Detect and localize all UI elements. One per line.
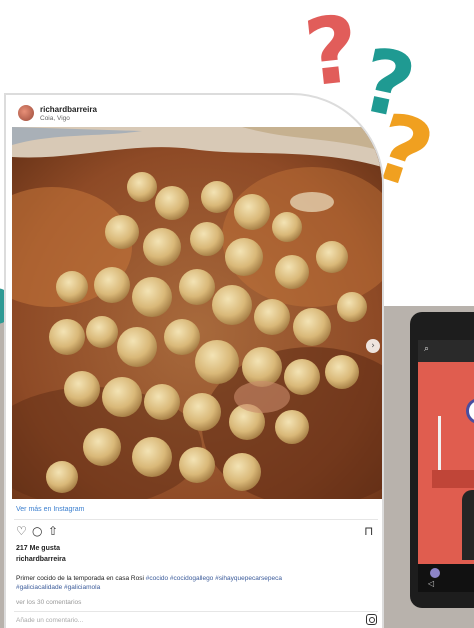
caption-hashtags[interactable]: #cocido #cocidogallego #sihayquepecarsep… [146, 575, 282, 582]
screenshot-canvas: ? ? ? ⌕ ◁ richardbarreira Coia, Vigo › V… [0, 0, 474, 628]
search-icon: ⌕ [424, 344, 430, 354]
caption-hashtags-line2[interactable]: #galiciacalidade #galiciamola [16, 584, 100, 591]
person-illustration [462, 490, 474, 560]
heart-icon[interactable]: ♡ [16, 525, 27, 537]
post-caption: Primer cocido de la temporada en casa Ro… [16, 574, 366, 593]
instagram-post-card: richardbarreira Coia, Vigo › Ver más en … [4, 93, 384, 628]
divider [14, 519, 378, 520]
post-location[interactable]: Coia, Vigo [40, 115, 70, 122]
caption-username[interactable]: richardbarreira [16, 556, 66, 563]
share-icon[interactable]: ⇧ [48, 525, 58, 537]
record-icon [430, 568, 440, 578]
caption-text: Primer cocido de la temporada en casa Ro… [16, 575, 144, 582]
comment-icon[interactable]: ○ [32, 525, 42, 537]
post-photo[interactable]: › [12, 127, 382, 499]
instagram-icon[interactable] [366, 614, 377, 625]
chickpea-stew-image [12, 127, 382, 499]
phone-screen: ⌕ ◁ [418, 340, 474, 592]
question-mark-red: ? [299, 0, 364, 108]
smartphone-illustration: ⌕ ◁ [410, 312, 474, 608]
likes-count[interactable]: 217 Me gusta [16, 545, 60, 552]
phone-status-bar: ⌕ [418, 340, 474, 362]
view-more-link[interactable]: Ver más en Instagram [16, 506, 84, 513]
divider [14, 611, 378, 612]
back-icon: ◁ [428, 579, 435, 588]
lamp-illustration [438, 416, 441, 472]
phone-nav-bar: ◁ [418, 564, 474, 592]
desk-illustration [432, 470, 474, 488]
post-header: richardbarreira Coia, Vigo [6, 95, 382, 129]
bookmark-icon[interactable]: ⊓ [364, 525, 373, 537]
avatar[interactable] [18, 105, 34, 121]
clock-icon [466, 398, 474, 424]
post-actions: ♡ ○ ⇧ ⊓ [14, 525, 378, 541]
chevron-right-icon[interactable]: › [366, 339, 380, 353]
post-username[interactable]: richardbarreira [40, 105, 97, 114]
add-comment-input[interactable]: Añade un comentario... [16, 617, 83, 624]
view-comments-link[interactable]: ver los 30 comentarios [16, 599, 81, 606]
